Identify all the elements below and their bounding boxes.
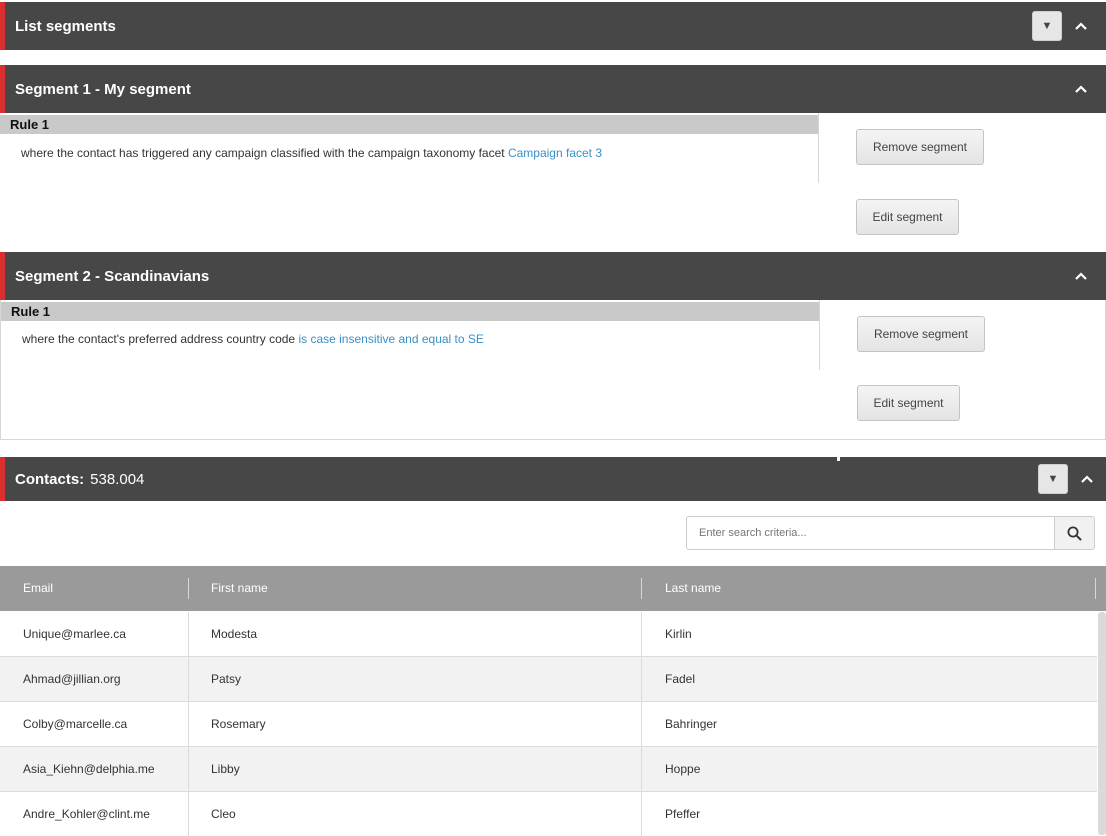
list-segments-controls: ▼ — [1032, 2, 1092, 50]
contacts-collapse-button[interactable] — [1076, 475, 1098, 483]
segment-2-rule-label: Rule 1 — [1, 302, 819, 321]
cell-separator — [188, 747, 189, 791]
chevron-up-icon — [1075, 22, 1087, 30]
chevron-up-icon — [1075, 85, 1087, 93]
column-header-first-name[interactable]: First name — [211, 566, 268, 611]
cell-first-name: Cleo — [211, 807, 236, 821]
segment-1-edit-button[interactable]: Edit segment — [856, 199, 959, 235]
cell-email: Andre_Kohler@clint.me — [23, 807, 150, 821]
header-notch — [837, 455, 840, 461]
segment-2-divider — [819, 300, 820, 370]
list-segments-collapse-button[interactable] — [1070, 22, 1092, 30]
cell-email: Unique@marlee.ca — [23, 627, 126, 641]
list-segments-header: List segments ▼ — [0, 2, 1106, 50]
segment-1-rule-description: where the contact has triggered any camp… — [21, 146, 505, 160]
segment-2-collapse-button[interactable] — [1070, 272, 1092, 280]
table-row[interactable]: Andre_Kohler@clint.me Cleo Pfeffer — [0, 792, 1097, 836]
chevron-up-icon — [1081, 475, 1093, 483]
cell-separator — [641, 792, 642, 836]
cell-last-name: Kirlin — [665, 627, 692, 641]
segment-2-title: Segment 2 - Scandinavians — [15, 267, 210, 285]
segment-1-rule-text: where the contact has triggered any camp… — [21, 146, 602, 160]
column-separator — [641, 578, 642, 599]
contacts-dropdown-button[interactable]: ▼ — [1038, 464, 1068, 494]
table-row[interactable]: Asia_Kiehn@delphia.me Libby Hoppe — [0, 747, 1097, 792]
segment-2-remove-button[interactable]: Remove segment — [857, 316, 985, 352]
segment-1-rule-label: Rule 1 — [0, 115, 818, 134]
cell-last-name: Pfeffer — [665, 807, 701, 821]
cell-email: Asia_Kiehn@delphia.me — [23, 762, 155, 776]
cell-first-name: Modesta — [211, 627, 258, 641]
chevron-up-icon — [1075, 272, 1087, 280]
cell-separator — [641, 747, 642, 791]
segment-2-header: Segment 2 - Scandinavians — [0, 252, 1106, 300]
segment-2-edit-button[interactable]: Edit segment — [857, 385, 960, 421]
cell-separator — [188, 702, 189, 746]
contacts-count: 538.004 — [90, 470, 145, 488]
cell-separator — [641, 657, 642, 701]
cell-last-name: Fadel — [665, 672, 696, 686]
column-header-email[interactable]: Email — [23, 566, 53, 611]
cell-last-name: Bahringer — [665, 717, 718, 731]
segment-1-title: Segment 1 - My segment — [15, 80, 191, 98]
cell-email: Colby@marcelle.ca — [23, 717, 128, 731]
contacts-header: Contacts: 538.004 ▼ — [0, 457, 1106, 501]
cell-separator — [188, 792, 189, 836]
cell-first-name: Patsy — [211, 672, 242, 686]
caret-down-icon: ▼ — [1047, 473, 1059, 485]
table-row[interactable]: Ahmad@jillian.org Patsy Fadel — [0, 657, 1097, 702]
segment-2-rule-description: where the contact's preferred address co… — [22, 332, 296, 346]
column-separator — [188, 578, 189, 599]
table-scrollbar[interactable] — [1098, 612, 1106, 835]
cell-separator — [188, 612, 189, 656]
column-separator — [1095, 578, 1096, 599]
segment-1-remove-button[interactable]: Remove segment — [856, 129, 984, 165]
cell-email: Ahmad@jillian.org — [23, 672, 121, 686]
contacts-search-button[interactable] — [1054, 516, 1095, 550]
cell-separator — [641, 612, 642, 656]
segment-1-rule-link[interactable]: Campaign facet 3 — [508, 146, 602, 160]
cell-last-name: Hoppe — [665, 762, 701, 776]
segment-1-body: Rule 1 where the contact has triggered a… — [0, 113, 1106, 252]
contacts-table-header: Email First name Last name — [0, 566, 1106, 611]
list-segments-title: List segments — [15, 17, 116, 35]
cell-separator — [641, 702, 642, 746]
segment-2-rule-text: where the contact's preferred address co… — [22, 332, 484, 346]
segment-1-header: Segment 1 - My segment — [0, 65, 1106, 113]
segment-1-collapse-button[interactable] — [1070, 85, 1092, 93]
segment-2-rule-link[interactable]: is case insensitive and equal to SE — [298, 332, 483, 346]
table-row[interactable]: Colby@marcelle.ca Rosemary Bahringer — [0, 702, 1097, 747]
cell-first-name: Rosemary — [211, 717, 266, 731]
segment-1-controls — [1070, 65, 1092, 113]
segment-2-body: Rule 1 where the contact's preferred add… — [0, 300, 1106, 440]
search-icon — [1067, 526, 1082, 540]
cell-separator — [188, 657, 189, 701]
segment-2-controls — [1070, 252, 1092, 300]
caret-down-icon: ▼ — [1041, 20, 1053, 32]
contacts-controls: ▼ — [1038, 457, 1098, 501]
segment-1-divider — [818, 113, 819, 183]
cell-first-name: Libby — [211, 762, 240, 776]
table-row[interactable]: Unique@marlee.ca Modesta Kirlin — [0, 612, 1097, 657]
contacts-search-input[interactable] — [686, 516, 1055, 550]
list-segments-dropdown-button[interactable]: ▼ — [1032, 11, 1062, 41]
contacts-label: Contacts: — [15, 470, 85, 488]
column-header-last-name[interactable]: Last name — [665, 566, 721, 611]
